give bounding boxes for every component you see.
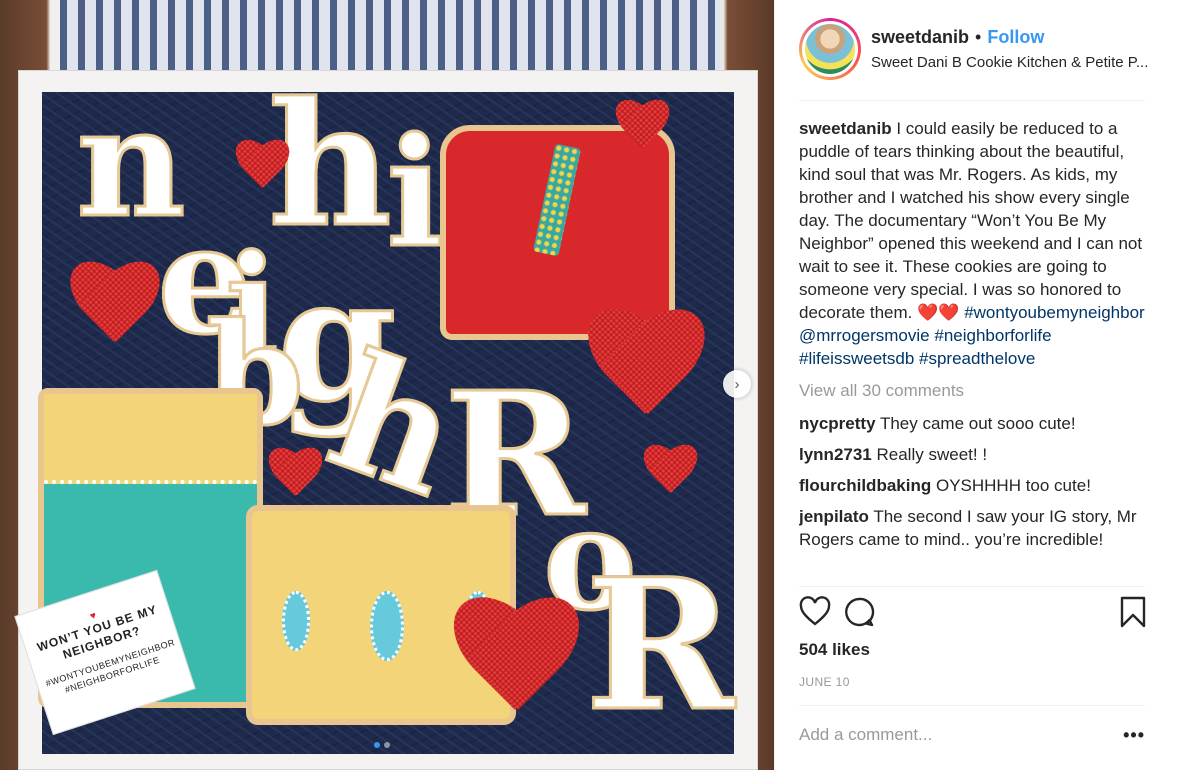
more-options-icon[interactable]: ••• <box>1123 725 1145 746</box>
heart-cookie <box>445 598 585 738</box>
comment: lynn2731 Really sweet! ! <box>799 443 1159 466</box>
heart-cookie <box>612 100 672 160</box>
comment: flourchildbaking OYSHHHH too cute! <box>799 474 1159 497</box>
cookie-letter: R <box>584 538 737 752</box>
heart-cookie <box>265 448 325 508</box>
post-date[interactable]: JUNE 10 <box>799 675 850 689</box>
comment-username[interactable]: lynn2731 <box>799 445 872 464</box>
heart-cookie <box>580 310 710 440</box>
chevron-right-icon: › <box>734 375 740 393</box>
bookmark-icon[interactable] <box>1117 596 1149 628</box>
comment-bubble-icon[interactable] <box>843 596 875 628</box>
caption-text: I could easily be reduced to a puddle of… <box>799 119 1143 322</box>
tie-decoration <box>532 143 582 257</box>
avatar[interactable] <box>802 21 858 77</box>
hashtag-link[interactable]: #wontyoubemyneighbor <box>964 303 1145 322</box>
view-all-comments-link[interactable]: View all 30 comments <box>799 379 1159 402</box>
comment-username[interactable]: jenpilato <box>799 507 869 526</box>
heart-outline-icon[interactable] <box>799 596 831 628</box>
hashtag-link[interactable]: #neighborforlife <box>934 326 1051 345</box>
post-side-panel: sweetdanib • Follow Sweet Dani B Cookie … <box>774 0 1200 770</box>
follow-button[interactable]: Follow <box>987 27 1044 48</box>
comment-text: Really sweet! ! <box>876 445 988 464</box>
separator-dot: • <box>975 27 982 47</box>
add-comment-bar: Add a comment... ••• <box>799 720 1145 750</box>
crown-gem <box>370 591 404 661</box>
comment-text: OYSHHHH too cute! <box>935 476 1091 495</box>
heart-cookie <box>64 262 164 362</box>
author-username[interactable]: sweetdanib <box>871 27 969 48</box>
hashtag-link[interactable]: #lifeissweetsdb <box>799 349 914 368</box>
carousel-indicator <box>374 742 390 748</box>
carousel-dot-active <box>374 742 380 748</box>
comment: jenpilato The second I saw your IG story… <box>799 505 1159 551</box>
location-link[interactable]: Sweet Dani B Cookie Kitchen & Petite P..… <box>871 54 1175 71</box>
post-caption: sweetdanib I could easily be reduced to … <box>799 117 1159 370</box>
caption-username[interactable]: sweetdanib <box>799 119 892 138</box>
heart-cookie <box>232 140 292 200</box>
comment: nycpretty They came out sooo cute! <box>799 412 1159 435</box>
comment-username[interactable]: nycpretty <box>799 414 876 433</box>
comment-text: They came out sooo cute! <box>879 414 1076 433</box>
crown-gem <box>282 591 310 651</box>
post-header: sweetdanib • Follow Sweet Dani B Cookie … <box>775 0 1200 100</box>
comments-section[interactable]: sweetdanib I could easily be reduced to … <box>799 117 1159 585</box>
hashtag-link[interactable]: #spreadthelove <box>919 349 1035 368</box>
comment-username[interactable]: flourchildbaking <box>799 476 931 495</box>
header-divider <box>799 100 1145 101</box>
add-comment-input[interactable]: Add a comment... <box>799 725 932 745</box>
likes-count[interactable]: 504 likes <box>799 640 870 660</box>
tower-battlements <box>44 394 257 484</box>
mention-link[interactable]: @mrrogersmovie <box>799 326 930 345</box>
story-ring[interactable] <box>799 18 861 80</box>
carousel-dot <box>384 742 390 748</box>
heart-cookie <box>640 445 700 505</box>
instagram-post: n h i e i g h b o R R ♥ <box>0 0 1200 770</box>
comments-divider <box>799 586 1145 587</box>
add-comment-divider <box>799 705 1145 706</box>
post-photo[interactable]: n h i e i g h b o R R ♥ <box>0 0 774 770</box>
action-bar <box>799 596 1146 630</box>
carousel-next-button[interactable]: › <box>723 370 751 398</box>
